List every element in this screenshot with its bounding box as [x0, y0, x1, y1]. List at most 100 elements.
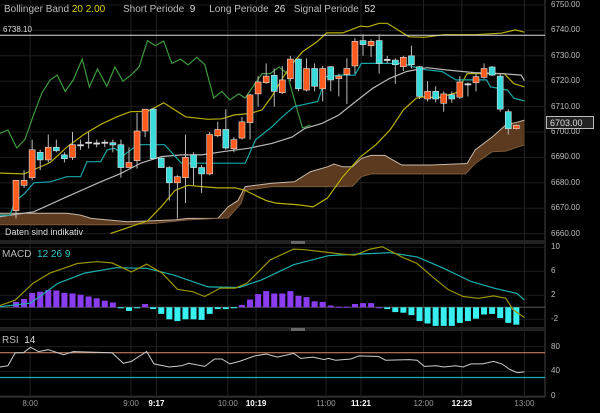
- candle-body: [190, 154, 197, 168]
- candle-body: [400, 57, 407, 68]
- rsi-resize-handle: [291, 328, 305, 331]
- candle-body: [408, 55, 415, 65]
- bollinger-period: 20: [71, 4, 83, 15]
- candle-body: [101, 141, 109, 144]
- macd-histogram-bar: [440, 307, 447, 326]
- long-period-label: Long Periode: [209, 4, 269, 15]
- macd-histogram-bar: [182, 307, 189, 320]
- macd-histogram-bar: [190, 307, 197, 320]
- macd-histogram-bar: [335, 306, 342, 308]
- macd-histogram-bar: [448, 307, 455, 326]
- time-tick-label: 12:00: [413, 399, 434, 408]
- candle-body: [488, 66, 496, 76]
- macd-legend: MACD 12 26 9: [2, 249, 70, 260]
- candle-body: [36, 152, 44, 161]
- macd-histogram-bar: [481, 307, 488, 315]
- rsi-tick-label: 40: [551, 366, 560, 376]
- candle-body: [44, 146, 52, 161]
- candle-body: [12, 179, 20, 212]
- macd-histogram-bar: [360, 303, 367, 308]
- macd-histogram-bar: [384, 307, 391, 310]
- candle-body: [28, 149, 36, 179]
- macd-histogram-bar: [271, 293, 278, 308]
- time-tick-label: 9:17: [148, 399, 165, 408]
- candle-body: [109, 142, 117, 146]
- macd-histogram-bar: [368, 303, 375, 308]
- candle-body: [230, 139, 238, 150]
- time-tick-label: 8:00: [22, 399, 38, 408]
- bollinger-label: Bollinger Band: [4, 4, 70, 15]
- price-tick-label: 6740.00: [551, 25, 580, 35]
- macd-histogram-bar: [117, 307, 124, 309]
- rsi-panel-separator: [0, 327, 545, 331]
- macd-histogram-bar: [166, 307, 173, 320]
- macd-histogram-bar: [85, 296, 92, 308]
- candle-body: [206, 134, 213, 175]
- candle-body: [311, 68, 318, 87]
- reference-price-label: 6738.10: [3, 25, 32, 34]
- price-tick-label: 6710.00: [551, 101, 580, 111]
- time-tick-label: 11:00: [316, 399, 336, 408]
- candle-body: [214, 129, 222, 137]
- macd-histogram-bar: [238, 304, 245, 308]
- chart-canvas: [0, 0, 546, 398]
- candle-body: [93, 142, 100, 145]
- candle-body: [440, 93, 448, 104]
- rsi-legend: RSI 14: [2, 335, 35, 346]
- signal-period-label: Signal Periode: [293, 4, 359, 15]
- price-tick-label: 6680.00: [551, 177, 580, 187]
- macd-histogram-bar: [416, 307, 423, 322]
- macd-histogram-bar: [150, 307, 157, 310]
- macd-histogram-bar: [134, 307, 141, 309]
- candle-body: [141, 108, 149, 132]
- macd-histogram-bar: [109, 302, 116, 308]
- candle-body: [359, 40, 367, 45]
- macd-params: 12 26 9: [37, 249, 71, 260]
- macd-histogram-bar: [69, 293, 76, 308]
- price-tick-label: 6660.00: [551, 228, 580, 238]
- candle-body: [85, 141, 92, 144]
- macd-histogram-bar: [263, 291, 270, 308]
- macd-histogram-bar: [456, 307, 463, 323]
- candle-body: [448, 94, 456, 100]
- candle-body: [53, 146, 60, 152]
- macd-histogram-bar: [432, 307, 439, 326]
- candle-body: [351, 41, 359, 67]
- bollinger-legend: Bollinger Band 20 2.00: [4, 4, 105, 15]
- candle-body: [254, 81, 262, 95]
- candle-body: [166, 167, 173, 184]
- candle-body: [464, 83, 472, 86]
- candle-body: [513, 125, 520, 129]
- macd-histogram-bar: [472, 307, 479, 319]
- macd-histogram-bar: [311, 301, 318, 308]
- price-tick-label: 6690.00: [551, 152, 580, 162]
- macd-histogram-bar: [287, 291, 294, 308]
- macd-histogram-bar: [464, 307, 471, 322]
- ichimoku-cloud: [0, 120, 525, 225]
- macd-panel-separator: [0, 240, 545, 244]
- candle-body: [504, 111, 512, 129]
- price-tick-label: 6700.00: [551, 127, 580, 136]
- time-tick-label: 10:19: [245, 399, 267, 408]
- candle-body: [157, 157, 165, 168]
- macd-histogram-bar: [408, 307, 415, 316]
- macd-histogram-bar: [319, 301, 326, 308]
- macd-histogram-bar: [101, 300, 108, 308]
- candle-body: [69, 144, 76, 158]
- price-tick-label: 6730.00: [551, 50, 580, 60]
- time-tick-label: 11:21: [350, 399, 371, 408]
- candle-body: [456, 81, 464, 98]
- macd-histogram-bar: [400, 307, 407, 313]
- price-tick-label: 6720.00: [551, 76, 580, 86]
- time-tick-label: 12:23: [451, 399, 473, 408]
- tenkan-line: [0, 62, 525, 216]
- macd-histogram-bar: [125, 307, 132, 311]
- rsi-tick-label: 0: [551, 391, 556, 400]
- macd-histogram-bar: [206, 307, 213, 314]
- candle-body: [375, 40, 383, 64]
- macd-histogram-bar: [392, 307, 399, 313]
- candle-body: [295, 58, 302, 90]
- short-period-label: Short Periode: [123, 4, 185, 15]
- candle-body: [383, 59, 391, 61]
- short-period-value: 9: [189, 4, 196, 15]
